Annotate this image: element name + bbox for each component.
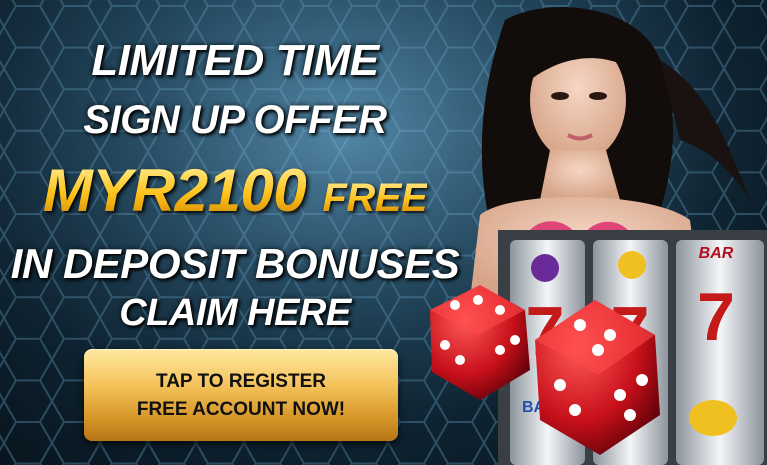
deposit-bonuses-text: IN DEPOSIT BONUSES <box>10 240 460 287</box>
casino-artwork: BAR 7 7 7 BAR <box>430 7 767 465</box>
claim-here-link[interactable]: CLAIM HERE <box>0 292 470 335</box>
reel-symbol-seven: 7 <box>697 279 735 355</box>
bonus-amount: MYR2100 <box>42 157 307 224</box>
promo-banner[interactable]: LIMITED TIME SIGN UP OFFER MYR2100 FREE … <box>0 0 767 465</box>
register-button-line2: FREE ACCOUNT NOW! <box>136 399 346 420</box>
register-button-line1: TAP TO REGISTER <box>156 371 326 392</box>
register-button[interactable]: TAP TO REGISTER FREE ACCOUNT NOW! <box>84 349 398 441</box>
headline-sign-up-offer: SIGN UP OFFER <box>83 98 387 142</box>
headline-limited-time: LIMITED TIME <box>91 36 379 85</box>
reel-symbol-bar: BAR <box>699 245 734 262</box>
bonus-amount-line: MYR2100 FREE <box>0 156 470 225</box>
